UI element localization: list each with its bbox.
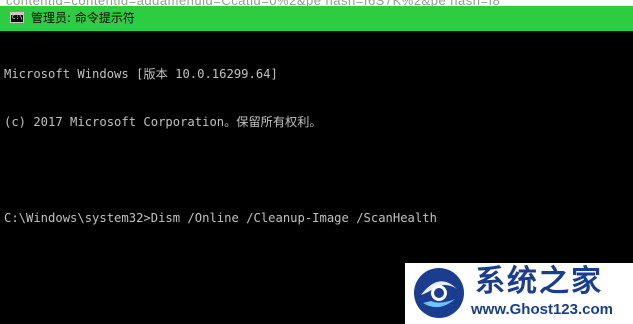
console-line-version: Microsoft Windows [版本 10.0.16299.64]	[4, 67, 278, 81]
command-prompt-window: contentid=contentid=addamenuid=Ccatid=0%…	[0, 0, 633, 324]
watermark-title: 系统之家	[475, 264, 603, 299]
icon-glyph: C:\	[12, 14, 23, 21]
console-line-copyright: (c) 2017 Microsoft Corporation。保留所有权利。	[4, 115, 322, 129]
site-watermark: 系统之家 www.Ghost123.com	[405, 263, 633, 324]
cmd-console-icon[interactable]: C:\	[10, 12, 24, 23]
console-line-command[interactable]: C:\Windows\system32>Dism /Online /Cleanu…	[4, 210, 629, 226]
window-title: 管理员: 命令提示符	[31, 11, 135, 25]
watermark-url: www.Ghost123.com	[471, 301, 613, 318]
title-bar[interactable]: C:\ 管理员: 命令提示符	[0, 6, 633, 31]
console-output[interactable]: Microsoft Windows [版本 10.0.16299.64] (c)…	[4, 34, 629, 258]
watermark-logo-icon	[414, 268, 464, 318]
